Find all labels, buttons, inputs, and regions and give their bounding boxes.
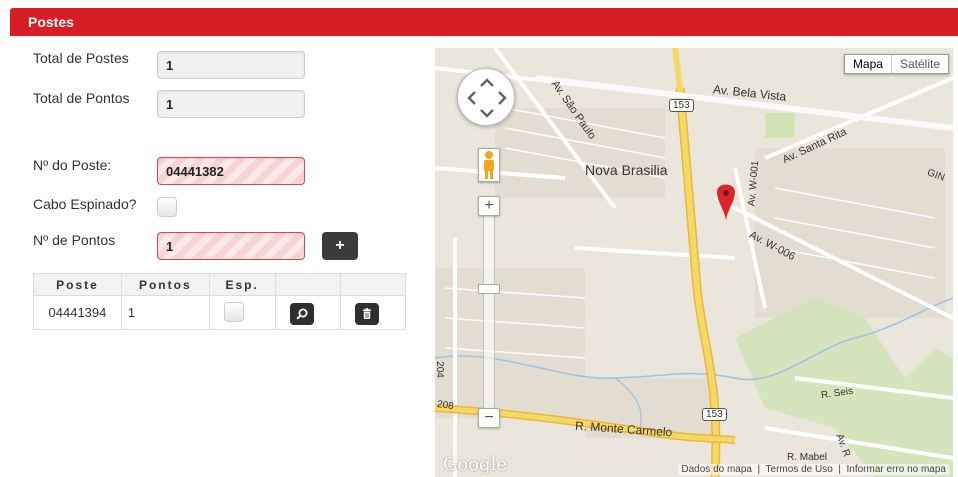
map-type-mapa-button[interactable]: Mapa bbox=[845, 55, 892, 73]
label-nova-brasilia: Nova Brasilia bbox=[585, 162, 668, 178]
report-error-link[interactable]: Informar erro no mapa bbox=[847, 464, 947, 475]
label-r-mabel: R. Mabel bbox=[787, 452, 828, 463]
cabo-espinado-checkbox[interactable] bbox=[157, 197, 177, 217]
section-header: Postes bbox=[10, 8, 958, 36]
numero-pontos-input[interactable]: 1 bbox=[157, 232, 305, 260]
map-footer: Dados do mapa | Termos de Uso | Informar… bbox=[678, 464, 949, 475]
table-header-row: Poste Pontos Esp. bbox=[33, 273, 406, 296]
row-esp-checkbox[interactable] bbox=[223, 302, 244, 322]
add-ponto-button[interactable]: + bbox=[322, 232, 358, 260]
zoom-in-button[interactable]: + bbox=[478, 196, 500, 216]
view-poste-button[interactable] bbox=[289, 303, 314, 325]
cell-view bbox=[274, 295, 342, 330]
zoom-slider-track[interactable] bbox=[483, 196, 495, 424]
terms-link[interactable]: Termos de Uso bbox=[766, 464, 833, 475]
total-postes-label: Total de Postes bbox=[33, 50, 129, 66]
section-title: Postes bbox=[28, 14, 74, 30]
total-pontos-field[interactable]: 1 bbox=[157, 90, 305, 118]
cell-esp bbox=[208, 295, 276, 330]
map-type-satelite-button[interactable]: Satélite bbox=[892, 55, 948, 73]
route-153-shield-top: 153 bbox=[669, 99, 694, 112]
route-153-shield-bottom: 153 bbox=[702, 408, 727, 421]
pan-arrows-icon bbox=[467, 78, 507, 118]
trash-icon bbox=[363, 308, 372, 319]
zoom-out-button[interactable]: − bbox=[478, 408, 500, 428]
cabo-espinado-label: Cabo Espinado? bbox=[33, 196, 137, 212]
col-header-poste: Poste bbox=[33, 273, 122, 296]
col-header-delete bbox=[340, 273, 406, 296]
total-postes-field[interactable]: 1 bbox=[157, 51, 305, 79]
map-view[interactable]: 153 153 Av. Bela Vista Av. São Paulo Nov… bbox=[435, 48, 953, 477]
col-header-view bbox=[274, 273, 342, 296]
col-header-esp: Esp. bbox=[208, 273, 276, 296]
cell-poste: 04441394 bbox=[33, 295, 122, 330]
cell-delete bbox=[340, 295, 406, 330]
map-data-link[interactable]: Dados do mapa bbox=[681, 464, 752, 475]
numero-poste-label: Nº do Poste: bbox=[33, 157, 112, 173]
search-icon bbox=[296, 308, 308, 320]
plus-icon: + bbox=[335, 237, 345, 254]
pan-control[interactable] bbox=[457, 68, 515, 126]
table-row: 04441394 1 bbox=[33, 295, 406, 330]
zoom-slider-thumb[interactable] bbox=[478, 284, 500, 294]
map-type-toggle: Mapa Satélite bbox=[843, 54, 949, 74]
col-header-pontos: Pontos bbox=[120, 273, 210, 296]
postes-table: Poste Pontos Esp. 04441394 1 bbox=[33, 273, 406, 330]
label-num-208: 208 bbox=[436, 398, 455, 413]
numero-poste-input[interactable]: 04441382 bbox=[157, 157, 305, 185]
delete-poste-button[interactable] bbox=[355, 303, 380, 325]
google-logo: Google bbox=[443, 454, 507, 475]
cell-pontos: 1 bbox=[120, 295, 210, 330]
numero-pontos-label: Nº de Pontos bbox=[33, 232, 116, 248]
label-num-204: 204 bbox=[435, 361, 445, 378]
street-view-pegman[interactable] bbox=[478, 148, 500, 182]
total-pontos-label: Total de Pontos bbox=[33, 90, 130, 106]
pegman-icon bbox=[484, 151, 494, 179]
